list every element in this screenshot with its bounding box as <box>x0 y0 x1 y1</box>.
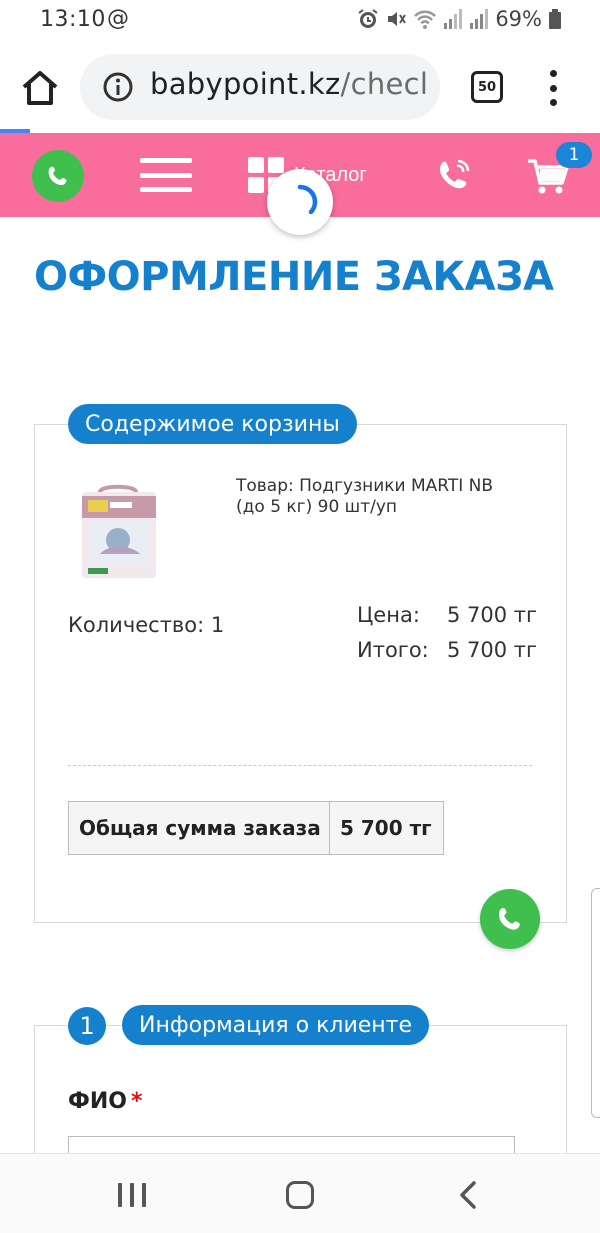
url-path: /checl <box>340 67 429 101</box>
phone-icon[interactable] <box>434 155 474 195</box>
loading-spinner-icon <box>267 169 333 235</box>
price-label: Цена: <box>357 603 420 627</box>
cart-contents-legend: Содержимое корзины <box>68 404 357 444</box>
signal-icon <box>469 8 489 30</box>
url-domain: babypoint.kz <box>150 67 341 101</box>
side-panel-tab[interactable] <box>591 888 600 1118</box>
home-icon[interactable] <box>18 66 62 110</box>
recent-apps-icon[interactable] <box>118 1183 146 1207</box>
fio-label-text: ФИО <box>68 1089 127 1114</box>
product-name[interactable]: Товар: Подгузники MARTI NB (до 5 кг) 90 … <box>236 476 496 518</box>
back-icon[interactable] <box>456 1180 480 1210</box>
whatsapp-icon[interactable] <box>32 150 84 202</box>
price-value: 5 700 тг <box>446 603 537 627</box>
quantity-text: Количество: 1 <box>68 613 225 637</box>
alarm-icon <box>357 8 379 30</box>
fio-label: ФИО * <box>68 1089 142 1114</box>
step-number: 1 <box>68 1007 106 1045</box>
home-nav-icon[interactable] <box>286 1181 314 1209</box>
product-image[interactable] <box>80 484 160 580</box>
order-total-value: 5 700 тг <box>340 816 432 840</box>
browser-toolbar: babypoint.kz/checl 50 <box>0 40 600 132</box>
status-at-symbol: @ <box>107 6 129 31</box>
url-text[interactable]: babypoint.kz/checl <box>150 67 428 101</box>
status-bar: 13:10 @ 69% <box>0 0 600 40</box>
whatsapp-icon[interactable] <box>480 889 540 949</box>
hamburger-icon[interactable] <box>140 158 192 192</box>
info-icon[interactable] <box>102 71 134 103</box>
address-bar[interactable]: babypoint.kz/checl <box>80 54 440 120</box>
page-title: ОФОРМЛЕНИЕ ЗАКАЗА <box>34 254 554 300</box>
status-icons: 69% <box>357 6 562 32</box>
more-vert-icon[interactable] <box>540 68 566 108</box>
order-total-label: Общая сумма заказа <box>69 802 330 854</box>
item-total-row: Итого: 5 700 тг <box>357 638 537 662</box>
item-total-label: Итого: <box>357 638 429 662</box>
item-total-value: 5 700 тг <box>446 638 537 662</box>
cart-count-badge[interactable]: 1 <box>556 142 592 168</box>
order-total-table: Общая сумма заказа 5 700 тг <box>68 801 444 855</box>
mute-icon <box>385 8 407 30</box>
battery-icon <box>548 8 562 30</box>
divider <box>68 765 532 766</box>
battery-percent: 69% <box>495 7 542 31</box>
system-nav-bar <box>0 1153 600 1233</box>
tabs-icon[interactable]: 50 <box>471 71 503 103</box>
price-row: Цена: 5 700 тг <box>357 603 537 627</box>
signal-icon <box>443 8 463 30</box>
wifi-icon <box>413 8 437 30</box>
required-mark: * <box>130 1089 143 1114</box>
client-info-legend: Информация о клиенте <box>122 1005 430 1045</box>
status-time: 13:10 <box>40 7 106 32</box>
